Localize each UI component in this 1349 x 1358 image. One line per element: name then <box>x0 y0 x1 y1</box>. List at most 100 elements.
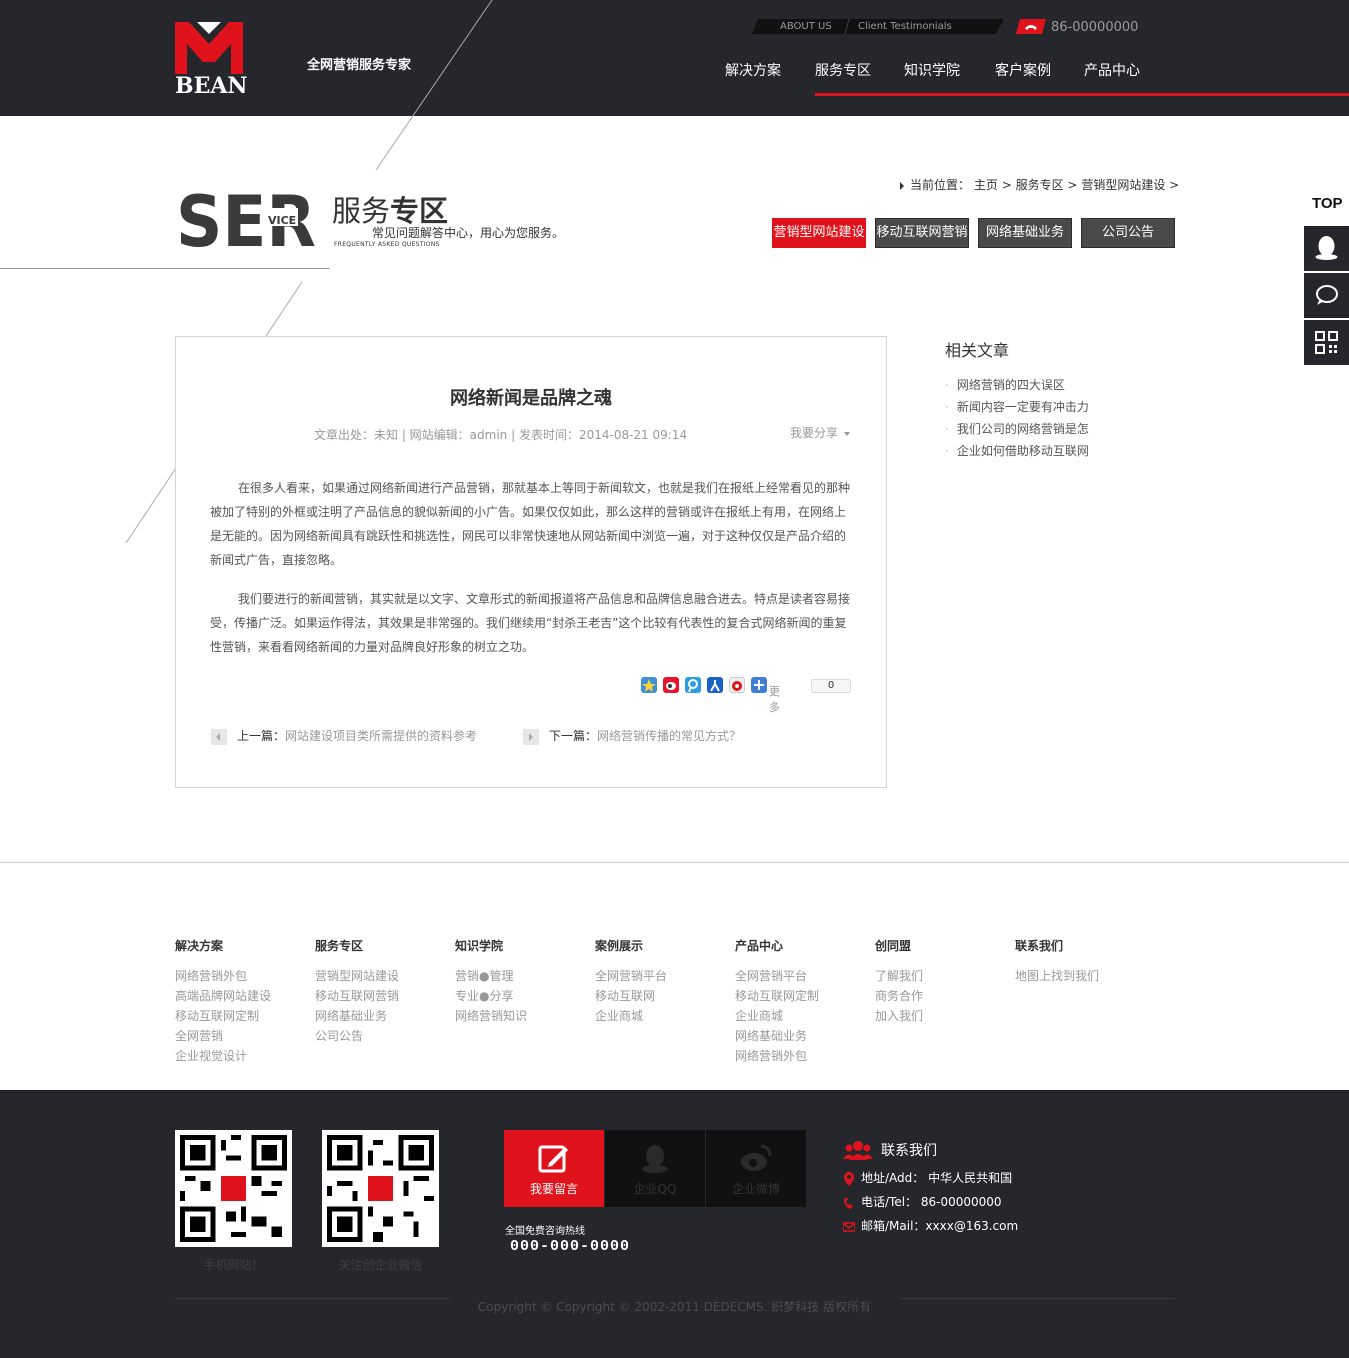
footer-link[interactable]: 企业商城 <box>595 1006 725 1026</box>
article-box: 网络新闻是品牌之魂 文章出处：未知 | 网站编辑：admin | 发表时间：20… <box>175 336 887 788</box>
nav-active-underline <box>815 93 1349 96</box>
footer-link[interactable]: 移动互联网定制 <box>175 1006 305 1026</box>
chevron-right-icon <box>523 728 539 745</box>
nav-cases[interactable]: 客户案例 <box>995 60 1051 80</box>
related-title: 相关文章 <box>945 341 1010 360</box>
share-more-link[interactable]: 更多 <box>769 683 780 715</box>
footer-link[interactable]: 全网营销平台 <box>595 966 725 986</box>
footer-col-contact: 联系我们 地图上找到我们 <box>1015 938 1145 986</box>
next-article-link[interactable]: 下一篇：网络营销传播的常见方式？ <box>523 727 741 745</box>
footer-link[interactable]: 了解我们 <box>875 966 1005 986</box>
tab-mobile-marketing[interactable]: 移动互联网营销 <box>875 218 969 248</box>
nav-solutions[interactable]: 解决方案 <box>725 60 781 80</box>
footer-link[interactable]: 移动互联网 <box>595 986 725 1006</box>
logo-m-mark <box>175 22 243 74</box>
footer-col-products: 产品中心 全网营销平台 移动互联网定制 企业商城 网络基础业务 网络营销外包 <box>735 938 865 1066</box>
breadcrumb-marketing-site[interactable]: 营销型网站建设 <box>1081 178 1165 192</box>
company-qq-button[interactable]: 企业QQ <box>605 1130 705 1207</box>
tencent-weibo-icon[interactable] <box>685 677 701 693</box>
ser-small-text: VICE <box>268 214 296 227</box>
related-list: 网络营销的四大误区 新闻内容一定要有冲击力 我们公司的网络营销是怎 企业如何借助… <box>945 374 1089 462</box>
footer-link[interactable]: 高端品牌网站建设 <box>175 986 305 1006</box>
phone-icon <box>1016 19 1046 34</box>
site-slogan: 全网营销服务专家 <box>307 58 412 73</box>
article-paragraph: 在很多人看来，如果通过网络新闻进行产品营销，那就基本上等同于新闻软文，也就是我们… <box>210 481 851 567</box>
share-dropdown[interactable]: 我要分享 <box>790 424 851 441</box>
nav-knowledge[interactable]: 知识学院 <box>904 60 960 80</box>
footer-link[interactable]: 加入我们 <box>875 1006 1005 1026</box>
footer-link[interactable]: 企业商城 <box>735 1006 865 1026</box>
related-item[interactable]: 网络营销的四大误区 <box>945 374 1089 396</box>
footer-link[interactable]: 网络营销外包 <box>735 1046 865 1066</box>
side-qq-button[interactable] <box>1304 226 1349 271</box>
contact-title: 联系我们 <box>881 1143 937 1159</box>
tab-announcements[interactable]: 公司公告 <box>1081 218 1175 248</box>
footer-link[interactable]: 移动互联网营销 <box>315 986 445 1006</box>
prev-article-link[interactable]: 上一篇：网站建设项目类所需提供的资料参考 <box>211 727 477 745</box>
share-count: 0 <box>811 679 851 693</box>
section-english-subtitle: FREQUENTLY ASKED QUESTIONS <box>334 241 440 248</box>
renren-icon[interactable] <box>707 677 723 693</box>
footer-link[interactable]: 营销型网站建设 <box>315 966 445 986</box>
contact-address: 地址/Add： 中华人民共和国 <box>843 1169 1012 1186</box>
site-header: BEAN 全网营销服务专家 ABOUT US Client Testimonia… <box>0 0 1349 116</box>
qq-icon <box>642 1145 668 1173</box>
side-chat-button[interactable] <box>1304 273 1349 318</box>
edit-icon <box>538 1145 568 1173</box>
about-us-link[interactable]: ABOUT US <box>780 20 832 33</box>
footer-link[interactable]: 网络营销外包 <box>175 966 305 986</box>
weibo-icon[interactable] <box>663 677 679 693</box>
footer-link[interactable]: 网络营销知识 <box>455 1006 585 1026</box>
footer-link[interactable]: 地图上找到我们 <box>1015 966 1145 986</box>
tab-marketing-site[interactable]: 营销型网站建设 <box>772 218 866 248</box>
footer-link[interactable]: 全网营销 <box>175 1026 305 1046</box>
wechat-qrcode <box>322 1130 439 1247</box>
phone-icon <box>844 1196 853 1209</box>
qrcode-caption: 手机网站！ <box>203 1258 264 1272</box>
breadcrumb-home[interactable]: 主页 <box>974 178 998 192</box>
footer-link[interactable]: 公司公告 <box>315 1026 445 1046</box>
qzone-icon[interactable] <box>641 677 657 693</box>
top-link-bar: ABOUT US Client Testimonials <box>752 19 1004 34</box>
nav-products[interactable]: 产品中心 <box>1084 60 1140 80</box>
hotline-label: 全国免费咨询热线 <box>505 1226 585 1237</box>
footer-divider <box>0 862 1349 863</box>
back-to-top-button[interactable]: TOP <box>1312 195 1343 212</box>
contact-tel: 电话/Tel： 86-00000000 <box>843 1193 1002 1210</box>
bottom-footer: 手机网站！ 关注创企业微信 我要留言 企业QQ 企业微博 全国免费咨询热线 00… <box>0 1090 1349 1358</box>
banner-divider <box>0 268 330 269</box>
qrcode-icon <box>1315 331 1338 354</box>
leave-message-button[interactable]: 我要留言 <box>504 1130 604 1207</box>
weibo-icon <box>741 1144 772 1171</box>
tab-network-basic[interactable]: 网络基础业务 <box>978 218 1072 248</box>
breadcrumb-service-zone[interactable]: 服务专区 <box>1016 178 1064 192</box>
related-item[interactable]: 企业如何借助移动互联网 <box>945 440 1089 462</box>
side-qrcode-button[interactable] <box>1304 320 1349 365</box>
section-subtitle: 常见问题解答中心，用心为您服务。 <box>372 226 565 240</box>
qrcode-image <box>327 1135 434 1242</box>
footer-link[interactable]: 营销●管理 <box>455 966 585 986</box>
related-item[interactable]: 新闻内容一定要有冲击力 <box>945 396 1089 418</box>
more-plus-icon[interactable] <box>751 677 767 693</box>
site-logo[interactable]: BEAN <box>175 22 248 98</box>
footer-link[interactable]: 网络基础业务 <box>315 1006 445 1026</box>
footer-link[interactable]: 企业视觉设计 <box>175 1046 305 1066</box>
footer-link[interactable]: 专业●分享 <box>455 986 585 1006</box>
footer-col-alliance: 创同盟 了解我们 商务合作 加入我们 <box>875 938 1005 1026</box>
footer-link[interactable]: 移动互联网定制 <box>735 986 865 1006</box>
kaixin-icon[interactable] <box>729 677 745 693</box>
header-phone: 86-00000000 <box>1051 20 1139 35</box>
qrcode-caption: 关注创企业微信 <box>338 1258 423 1272</box>
footer-link[interactable]: 网络基础业务 <box>735 1026 865 1046</box>
footer-link[interactable]: 商务合作 <box>875 986 1005 1006</box>
hotline-number: 000-000-0000 <box>510 1238 631 1255</box>
mobile-site-qrcode <box>175 1130 292 1247</box>
client-testimonials-link[interactable]: Client Testimonials <box>858 20 952 33</box>
company-weibo-button[interactable]: 企业微博 <box>706 1130 806 1207</box>
article-paragraph: 我们要进行的新闻营销，其实就是以文字、文章形式的新闻报道将产品信息和品牌信息融合… <box>210 592 851 654</box>
qq-icon <box>1315 236 1338 260</box>
footer-link[interactable]: 全网营销平台 <box>735 966 865 986</box>
nav-service-zone[interactable]: 服务专区 <box>815 60 871 80</box>
footer-col-knowledge: 知识学院 营销●管理 专业●分享 网络营销知识 <box>455 938 585 1026</box>
related-item[interactable]: 我们公司的网络营销是怎 <box>945 418 1089 440</box>
